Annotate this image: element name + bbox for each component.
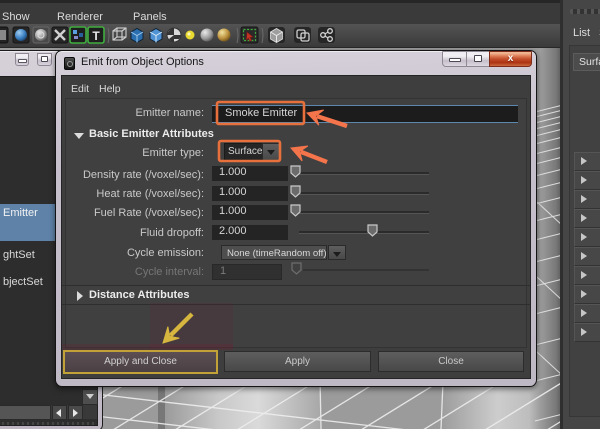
svg-text:T: T [92, 29, 100, 43]
